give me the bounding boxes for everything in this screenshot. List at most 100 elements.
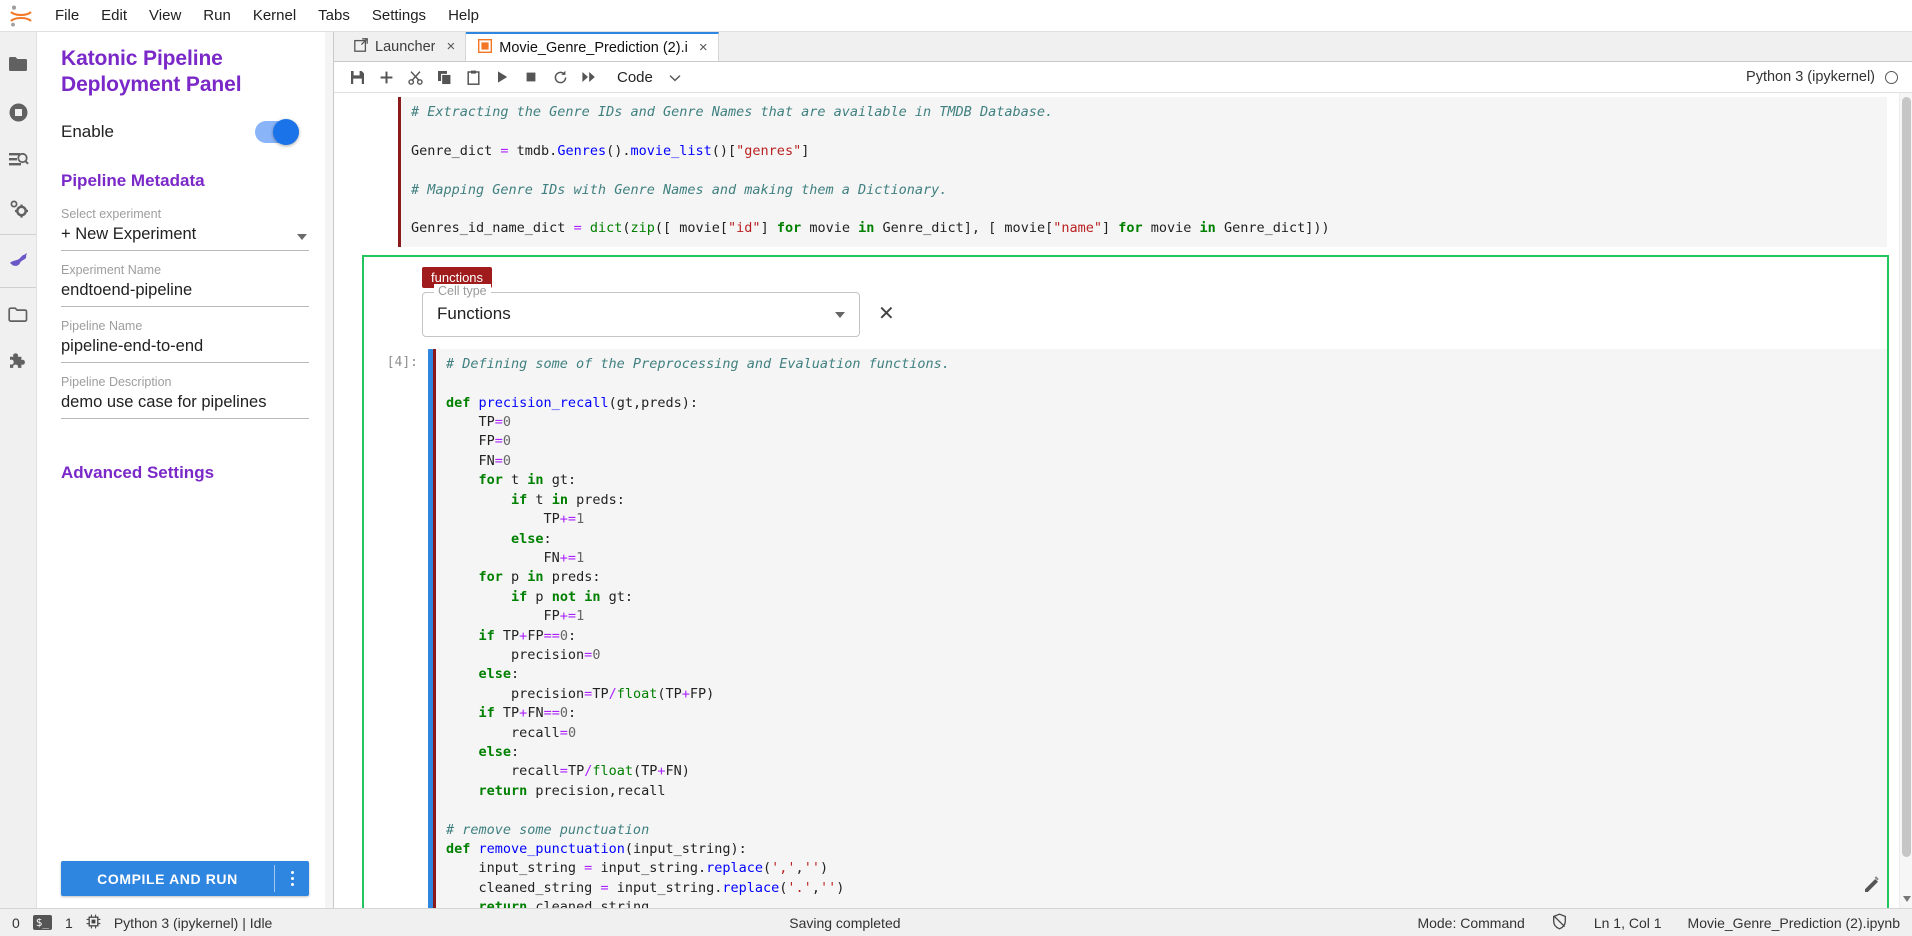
- pipeline-step-block: functions Cell type Functions ✕ [4]: # D…: [362, 254, 1889, 908]
- menu-file[interactable]: File: [44, 2, 90, 30]
- kernel-status-text[interactable]: Python 3 (ipykernel) | Idle: [114, 915, 273, 931]
- tab-notebook[interactable]: Movie_Genre_Prediction (2).i ×: [466, 32, 719, 61]
- notebook-filename: Movie_Genre_Prediction (2).ipynb: [1687, 914, 1900, 931]
- chevron-down-icon[interactable]: [835, 311, 845, 318]
- notebook-scrollbar[interactable]: [1899, 93, 1912, 908]
- tab-launcher[interactable]: Launcher ×: [342, 32, 467, 61]
- editor-mode[interactable]: Mode: Command: [1417, 915, 1524, 931]
- terminal-count[interactable]: 1: [65, 915, 73, 931]
- notebook-icon: [478, 38, 493, 57]
- advanced-settings-heading[interactable]: Advanced Settings: [61, 463, 309, 483]
- chevron-down-icon[interactable]: [669, 70, 681, 85]
- menu-settings[interactable]: Settings: [361, 2, 437, 30]
- katonic-kangaroo-icon[interactable]: [0, 237, 37, 285]
- running-terminals-icon[interactable]: [0, 88, 37, 136]
- remove-pipeline-step-icon[interactable]: ✕: [878, 304, 895, 324]
- cell-type-value: Code: [617, 68, 653, 86]
- katonic-pipeline-panel: Katonic Pipeline Deployment Panel Enable…: [37, 32, 334, 908]
- menu-view[interactable]: View: [138, 2, 192, 30]
- pipeline-description-input[interactable]: demo use case for pipelines: [61, 391, 309, 419]
- pipeline-metadata-heading: Pipeline Metadata: [61, 170, 205, 190]
- main-row: Katonic Pipeline Deployment Panel Enable…: [0, 32, 1912, 908]
- launcher-icon: [354, 37, 368, 56]
- rail-divider-2: [0, 287, 36, 288]
- page-title: Katonic Pipeline Deployment Panel: [61, 47, 242, 97]
- menu-help[interactable]: Help: [437, 2, 490, 30]
- notebook-cell-functions[interactable]: [4]: # Defining some of the Preprocessin…: [364, 348, 1887, 908]
- pipeline-block-header: functions Cell type Functions ✕: [364, 257, 1887, 337]
- cursor-position[interactable]: Ln 1, Col 1: [1594, 915, 1662, 931]
- left-sidebar-rail: [0, 32, 37, 908]
- scroll-down-icon[interactable]: [1903, 896, 1911, 902]
- property-inspector-icon[interactable]: [0, 184, 37, 232]
- run-icon[interactable]: [489, 64, 515, 90]
- pipeline-celltype-row: Cell type Functions ✕: [422, 283, 1887, 337]
- notebook-cell-top[interactable]: # Extracting the Genre IDs and Genre Nam…: [334, 97, 1899, 247]
- edit-pencil-icon[interactable]: [1863, 876, 1881, 898]
- field-pipeline-name[interactable]: Pipeline Name pipeline-end-to-end: [61, 319, 309, 363]
- shield-off-icon[interactable]: [1551, 913, 1568, 933]
- cell-code[interactable]: # Extracting the Genre IDs and Genre Nam…: [398, 97, 1887, 247]
- menu-kernel[interactable]: Kernel: [242, 2, 307, 30]
- enable-toggle[interactable]: [255, 118, 299, 145]
- compile-and-run-button[interactable]: COMPILE AND RUN: [61, 861, 309, 896]
- field-label-pipeline-description: Pipeline Description: [61, 374, 172, 389]
- status-center: Saving completed: [272, 915, 1417, 931]
- status-right: Mode: Command Ln 1, Col 1 Movie_Genre_Pr…: [1417, 913, 1900, 933]
- tab-launcher-label: Launcher: [375, 38, 436, 55]
- field-label-select-experiment: Select experiment: [61, 206, 162, 221]
- add-cell-icon[interactable]: [373, 64, 399, 90]
- cell-type-dropdown[interactable]: Code: [609, 67, 687, 88]
- stop-icon[interactable]: [518, 64, 544, 90]
- field-label-pipeline-name: Pipeline Name: [61, 318, 143, 333]
- enable-row: Enable: [61, 118, 309, 145]
- cpu-icon[interactable]: [86, 914, 101, 932]
- close-icon[interactable]: ×: [699, 40, 708, 55]
- restart-run-all-icon[interactable]: [576, 64, 602, 90]
- pipeline-cell-type-value: Functions: [437, 304, 511, 324]
- pipeline-cell-type-legend: Cell type: [434, 283, 491, 298]
- chevron-down-icon[interactable]: [297, 233, 307, 240]
- terminal-icon[interactable]: $_: [32, 915, 53, 930]
- document-search-icon[interactable]: [0, 136, 37, 184]
- close-icon[interactable]: ×: [446, 39, 455, 54]
- restart-icon[interactable]: [547, 64, 573, 90]
- notebook-scroll-body: # Extracting the Genre IDs and Genre Nam…: [334, 93, 1912, 908]
- status-bar: 0 $_ 1 Python 3 (ipykernel) | Idle Savin…: [0, 908, 1912, 936]
- paste-icon[interactable]: [460, 64, 486, 90]
- field-pipeline-description[interactable]: Pipeline Description demo use case for p…: [61, 375, 309, 419]
- field-experiment-name[interactable]: Experiment Name endtoend-pipeline: [61, 263, 309, 307]
- panel-scrollbar[interactable]: [325, 32, 333, 908]
- save-status-text: Saving completed: [789, 914, 901, 931]
- select-experiment-value[interactable]: + New Experiment: [61, 223, 309, 251]
- cut-icon[interactable]: [402, 64, 428, 90]
- panel-scroll-area: Katonic Pipeline Deployment Panel Enable…: [37, 32, 333, 861]
- scrollbar-thumb[interactable]: [1902, 97, 1911, 857]
- tab-notebook-label: Movie_Genre_Prediction (2).i: [499, 39, 688, 56]
- menu-run[interactable]: Run: [192, 2, 242, 30]
- kernel-count[interactable]: 0: [12, 915, 20, 931]
- kernel-status-indicator: [1885, 70, 1898, 84]
- rail-divider: [0, 234, 36, 235]
- notebook-area: Launcher × Movie_Genre_Prediction (2).i …: [334, 32, 1912, 908]
- pipeline-name-input[interactable]: pipeline-end-to-end: [61, 335, 309, 363]
- kebab-menu-icon[interactable]: [275, 861, 309, 896]
- experiment-name-input[interactable]: endtoend-pipeline: [61, 279, 309, 307]
- folder-outline-icon[interactable]: [0, 290, 37, 338]
- field-select-experiment[interactable]: Select experiment + New Experiment: [61, 207, 309, 251]
- file-browser-icon[interactable]: [0, 40, 37, 88]
- pipeline-cell-type-select[interactable]: Cell type Functions: [422, 283, 860, 337]
- extension-puzzle-icon[interactable]: [0, 338, 37, 386]
- cell-prompt: [4]:: [386, 354, 418, 370]
- jupyterlab-window: File Edit View Run Kernel Tabs Settings …: [0, 0, 1912, 936]
- menu-edit[interactable]: Edit: [90, 2, 138, 30]
- save-icon[interactable]: [344, 64, 370, 90]
- cell-code[interactable]: # Defining some of the Preprocessing and…: [433, 348, 1887, 908]
- notebook-toolbar: Code Python 3 (ipykernel): [334, 62, 1912, 93]
- kernel-name-label[interactable]: Python 3 (ipykernel): [1746, 69, 1875, 85]
- compile-and-run-label[interactable]: COMPILE AND RUN: [61, 861, 274, 896]
- menu-tabs[interactable]: Tabs: [307, 2, 361, 30]
- notebook-cells: # Extracting the Genre IDs and Genre Nam…: [334, 93, 1899, 908]
- enable-label: Enable: [61, 121, 114, 141]
- copy-icon[interactable]: [431, 64, 457, 90]
